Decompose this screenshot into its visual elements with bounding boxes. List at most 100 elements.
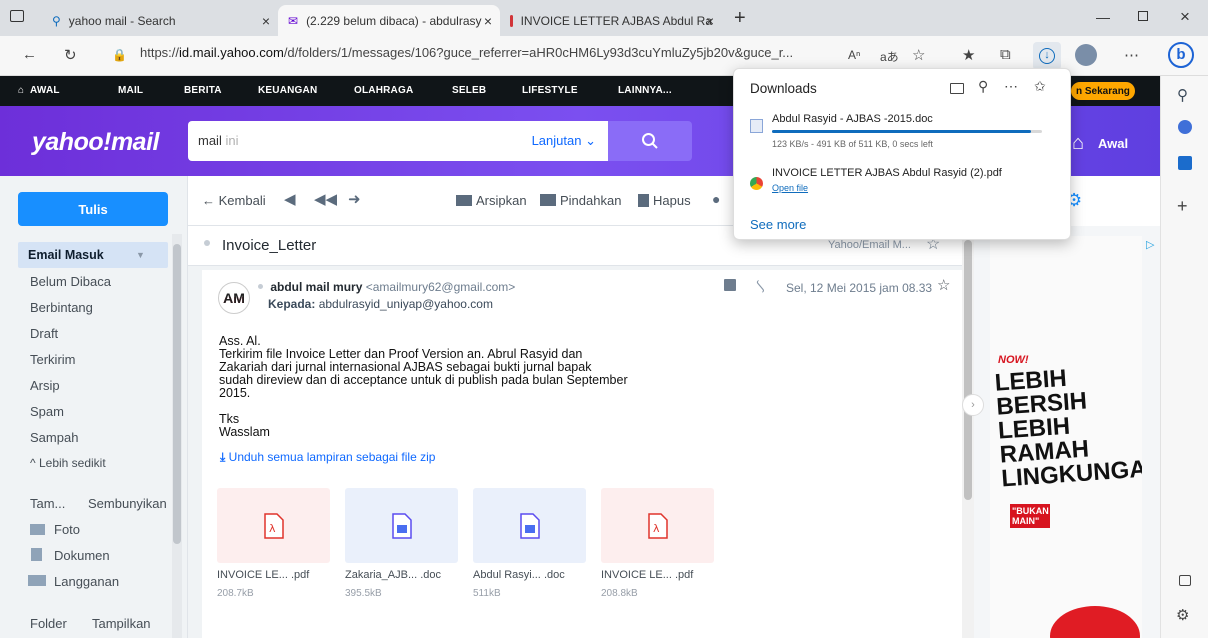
body-line: Tks xyxy=(219,412,240,426)
nav-awal[interactable]: AWAL xyxy=(30,85,60,96)
tab-invoice-pdf[interactable]: INVOICE LETTER AJBAS Abdul Ra × xyxy=(500,5,722,36)
ad-image[interactable]: NOW! LEBIH BERSIH LEBIH RAMAH LINGKUNGAN… xyxy=(990,236,1142,638)
promo-button[interactable]: n Sekarang xyxy=(1071,82,1135,100)
close-window-button[interactable]: × xyxy=(1180,7,1190,27)
folder-starred[interactable]: Berbintang xyxy=(30,300,93,315)
favorites-icon[interactable]: ★ xyxy=(962,46,975,64)
see-more-link[interactable]: See more xyxy=(750,217,806,232)
reply-all-icon[interactable]: ◀◀ xyxy=(314,190,337,208)
tab-yahoo-mail[interactable]: ✉ (2.229 belum dibaca) - abdulrasy × xyxy=(278,5,500,36)
nav-mail[interactable]: MAIL xyxy=(118,85,143,96)
move-button[interactable]: Pindahkan xyxy=(540,193,621,208)
print-icon[interactable] xyxy=(724,279,736,291)
download-all-link[interactable]: ⤓ Unduh semua lampiran sebagai file zip xyxy=(220,450,435,465)
open-folder-icon[interactable] xyxy=(950,83,964,94)
attachment-tile[interactable] xyxy=(345,488,458,563)
more-options-icon[interactable]: ⋯ xyxy=(1124,46,1139,64)
search-icon[interactable]: ⚲ xyxy=(1177,86,1188,104)
sidebar-layout-icon[interactable] xyxy=(1179,575,1191,586)
ad-info-icon[interactable]: ▷ xyxy=(1146,238,1154,251)
read-aloud-icon[interactable]: Aⁿ xyxy=(848,48,860,62)
minimize-button[interactable]: — xyxy=(1096,9,1110,25)
settings-icon[interactable]: ⚙ xyxy=(1176,606,1189,624)
collections-icon[interactable]: ⧉ xyxy=(1000,46,1011,63)
more-options-icon[interactable]: ⋯ xyxy=(1004,78,1018,95)
folder-unread[interactable]: Belum Dibaca xyxy=(30,274,111,289)
sender-email[interactable]: <amailmury62@gmail.com> xyxy=(366,280,516,294)
recipient-email[interactable]: abdulrasyid_uniyap@yahoo.com xyxy=(319,297,493,311)
bing-icon[interactable]: b xyxy=(1168,42,1194,68)
view-documents[interactable]: Dokumen xyxy=(54,548,110,563)
show-folders-link[interactable]: Tampilkan xyxy=(92,616,151,631)
close-icon[interactable]: × xyxy=(262,13,270,29)
url-field[interactable]: https://id.mail.yahoo.com/d/folders/1/me… xyxy=(140,45,793,60)
outlook-icon[interactable] xyxy=(1178,156,1192,170)
close-icon[interactable]: × xyxy=(484,13,492,29)
close-icon[interactable]: × xyxy=(706,13,714,29)
ad-headline: LEBIH BERSIH LEBIH RAMAH LINGKUNGAN xyxy=(993,364,1142,493)
nav-lainnya[interactable]: LAINNYA... xyxy=(618,85,672,96)
nav-lifestyle[interactable]: LIFESTYLE xyxy=(522,85,578,96)
search-input[interactable]: mail ini xyxy=(198,133,238,148)
translate-icon[interactable]: aあ xyxy=(880,48,899,65)
search-icon[interactable]: ⚲ xyxy=(978,78,988,95)
nav-olahraga[interactable]: OLAHRAGA xyxy=(354,85,413,96)
add-icon[interactable]: + xyxy=(1177,196,1188,217)
back-arrow-icon[interactable]: ← xyxy=(22,46,37,63)
attachment-name[interactable]: INVOICE LE... .pdf xyxy=(217,569,309,581)
message-body: Ass. Al. Terkirim file Invoice Letter da… xyxy=(219,335,639,439)
attachment-tile[interactable] xyxy=(473,488,586,563)
profile-avatar[interactable] xyxy=(1075,44,1097,66)
download-file-name[interactable]: Abdul Rasyid - AJBAS -2015.doc xyxy=(772,113,933,125)
compose-button[interactable]: Tulis xyxy=(18,192,168,226)
search-button[interactable] xyxy=(608,121,692,161)
attachment-tile[interactable]: λ xyxy=(601,488,714,563)
view-subscriptions[interactable]: Langganan xyxy=(54,574,119,589)
attachment-tile[interactable]: λ xyxy=(217,488,330,563)
restore-button[interactable] xyxy=(1138,11,1148,21)
yahoo-mail-logo[interactable]: yahoo!mail xyxy=(32,128,159,157)
sender-name[interactable]: abdul mail mury xyxy=(270,280,362,294)
search-box[interactable]: mail ini Lanjutan ⌄ xyxy=(188,121,608,161)
chevron-down-icon[interactable]: ▼ xyxy=(136,250,145,260)
nav-seleb[interactable]: SELEB xyxy=(452,85,486,96)
hide-views-link[interactable]: Sembunyikan xyxy=(88,496,167,511)
download-file-name[interactable]: INVOICE LETTER AJBAS Abdul Rasyid (2).pd… xyxy=(772,167,1002,179)
delete-button[interactable]: Hapus xyxy=(638,193,691,208)
archive-button[interactable]: Arsipkan xyxy=(456,193,527,208)
show-less-link[interactable]: ^ Lebih sedikit xyxy=(30,456,106,470)
open-file-link[interactable]: Open file xyxy=(772,183,808,193)
home-link[interactable]: Awal xyxy=(1098,136,1128,151)
office-icon[interactable] xyxy=(1178,120,1192,134)
reply-icon[interactable]: ◀ xyxy=(284,190,296,208)
nav-keuangan[interactable]: KEUANGAN xyxy=(258,85,317,96)
pin-icon[interactable]: ✩ xyxy=(1034,78,1046,95)
new-tab-button[interactable]: + xyxy=(734,7,746,30)
back-button[interactable]: ← Kembali xyxy=(202,193,266,208)
tab-actions-icon[interactable] xyxy=(10,10,24,22)
sidebar-scrollbar[interactable] xyxy=(172,234,182,638)
advertisement[interactable]: NOW! LEBIH BERSIH LEBIH RAMAH LINGKUNGAN… xyxy=(962,226,1160,638)
folder-spam[interactable]: Spam xyxy=(30,404,64,419)
view-photos[interactable]: Foto xyxy=(54,522,80,537)
nav-berita[interactable]: BERITA xyxy=(184,85,222,96)
folder-trash[interactable]: Sampah xyxy=(30,430,78,445)
spam-shield-icon[interactable]: ● xyxy=(712,191,720,207)
message-scrollbar[interactable] xyxy=(962,226,974,638)
folder-sent[interactable]: Terkirim xyxy=(30,352,76,367)
folder-inbox[interactable]: Email Masuk ▼ xyxy=(18,242,168,268)
advanced-search-dropdown[interactable]: Lanjutan ⌄ xyxy=(532,133,596,149)
folder-draft[interactable]: Draft xyxy=(30,326,58,341)
downloads-icon[interactable]: ↓ xyxy=(1033,42,1061,70)
attachment-name[interactable]: Zakaria_AJB... .doc xyxy=(345,569,441,581)
attachment-name[interactable]: INVOICE LE... .pdf xyxy=(601,569,693,581)
tab-search[interactable]: ⚲ yahoo mail - Search × xyxy=(42,5,278,36)
refresh-icon[interactable]: ↻ xyxy=(64,46,77,64)
message-star-icon[interactable]: ☆ xyxy=(937,276,950,294)
attachment-name[interactable]: Abdul Rasyi... .doc xyxy=(473,569,565,581)
favorite-add-icon[interactable]: ☆ xyxy=(912,46,925,64)
forward-icon[interactable]: ➜ xyxy=(348,190,361,208)
ad-collapse-handle[interactable]: › xyxy=(962,394,984,416)
folder-tag[interactable]: Yahoo/Email M... xyxy=(828,239,911,251)
folder-archive[interactable]: Arsip xyxy=(30,378,60,393)
